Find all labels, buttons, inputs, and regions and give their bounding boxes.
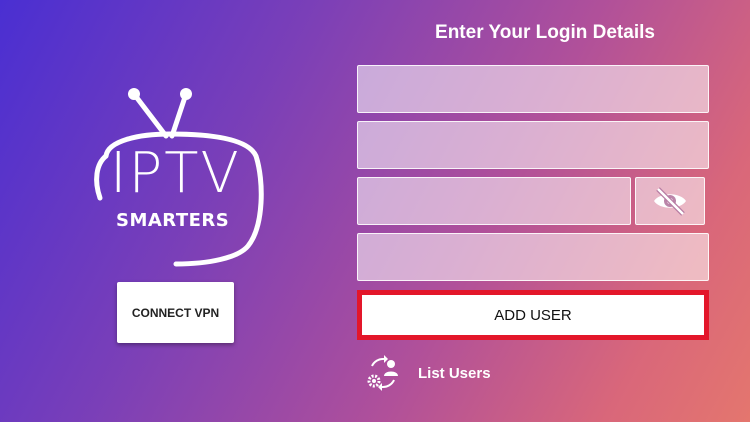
server-url-field[interactable]: [357, 233, 709, 281]
logo-iptv-text: IPTV: [110, 141, 241, 206]
list-users-link[interactable]: List Users: [364, 354, 491, 392]
iptv-smarters-logo: IPTV SMARTERS: [78, 86, 273, 272]
list-users-label: List Users: [418, 364, 491, 382]
toggle-password-visibility-button[interactable]: [635, 177, 705, 225]
username-field[interactable]: [357, 65, 709, 113]
add-user-button[interactable]: ADD USER: [357, 290, 709, 340]
connect-vpn-button[interactable]: CONNECT VPN: [117, 282, 234, 343]
logo-smarters-text: SMARTERS: [116, 210, 230, 231]
users-refresh-icon: [367, 355, 398, 391]
password-hidden-field[interactable]: [357, 177, 631, 225]
form-title: Enter Your Login Details: [435, 22, 655, 43]
password-field[interactable]: [357, 121, 709, 169]
login-screen: { "logo": { "line1": "IPTV", "line2": "S…: [0, 0, 750, 422]
eye-slash-icon: [654, 187, 686, 216]
